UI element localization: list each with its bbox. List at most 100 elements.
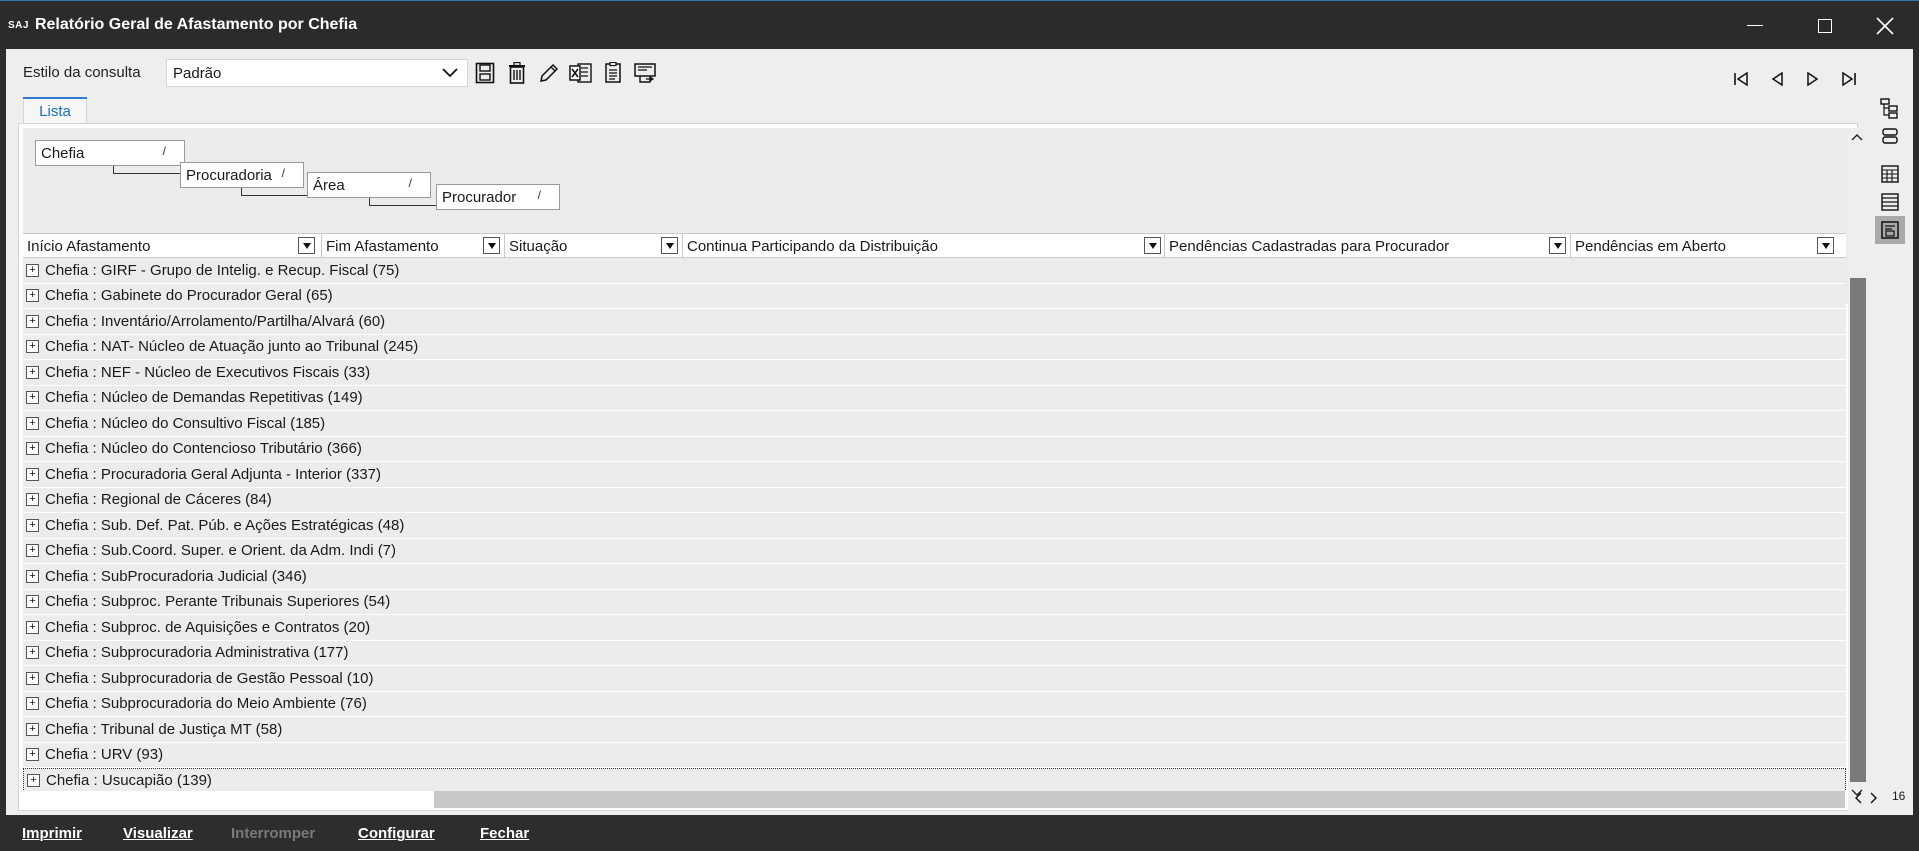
preview-button[interactable]: Visualizar bbox=[123, 825, 193, 842]
expand-plus-icon[interactable]: + bbox=[26, 748, 39, 762]
group-row[interactable]: + Chefia : GIRF - Grupo de Intelig. e Rec… bbox=[23, 258, 1846, 284]
expand-plus-icon[interactable]: + bbox=[26, 289, 39, 303]
list-view-button[interactable] bbox=[1875, 188, 1905, 216]
group-row[interactable]: + Chefia : Tribunal de Justiça MT (58) bbox=[23, 717, 1846, 743]
column-header-pendencias-aberto[interactable]: Pendências em Aberto bbox=[1571, 234, 1846, 258]
column-header-situacao[interactable]: Situação bbox=[505, 234, 683, 258]
report-view-button[interactable] bbox=[1875, 216, 1905, 244]
save-button[interactable] bbox=[473, 60, 497, 86]
tree-view-button[interactable] bbox=[1875, 94, 1905, 122]
expand-plus-icon[interactable]: + bbox=[26, 595, 39, 609]
expand-plus-icon[interactable]: + bbox=[26, 314, 39, 328]
column-filter-button[interactable] bbox=[661, 237, 678, 254]
expand-plus-icon[interactable]: + bbox=[26, 697, 39, 711]
scroll-left-icon[interactable] bbox=[1853, 791, 1863, 805]
column-filter-button[interactable] bbox=[483, 237, 500, 254]
tab-lista[interactable]: Lista bbox=[23, 97, 87, 123]
document-button[interactable] bbox=[601, 60, 625, 86]
column-filter-button[interactable] bbox=[1144, 237, 1161, 254]
group-row[interactable]: + Chefia : Inventário/Arrolamento/Partilh… bbox=[23, 309, 1846, 335]
column-filter-button[interactable] bbox=[298, 237, 315, 254]
style-select[interactable]: Padrão bbox=[166, 59, 468, 87]
group-row[interactable]: + Chefia : Regional de Cáceres (84) bbox=[23, 487, 1846, 513]
column-header-continua[interactable]: Continua Participando da Distribuição bbox=[683, 234, 1165, 258]
group-chip-label: Área bbox=[313, 176, 345, 194]
group-row[interactable]: + Chefia : Sub. Def. Pat. Púb. e Ações Es… bbox=[23, 513, 1846, 539]
group-row[interactable]: + Chefia : Sub.Coord. Super. e Orient. da… bbox=[23, 538, 1846, 564]
expand-plus-icon[interactable]: + bbox=[26, 544, 39, 558]
vertical-scrollbar[interactable] bbox=[1848, 128, 1868, 812]
scroll-up-icon[interactable] bbox=[1851, 132, 1863, 142]
expand-plus-icon[interactable]: + bbox=[26, 569, 39, 583]
column-filter-button[interactable] bbox=[1817, 237, 1834, 254]
group-chip-procurador[interactable]: Procurador / bbox=[436, 184, 560, 210]
expand-plus-icon[interactable]: + bbox=[26, 416, 39, 430]
expand-plus-icon[interactable]: + bbox=[26, 391, 39, 405]
scroll-right-icon[interactable] bbox=[1869, 791, 1879, 805]
expand-plus-icon[interactable]: + bbox=[26, 722, 39, 736]
close-button[interactable]: Fechar bbox=[480, 825, 529, 842]
style-select-value: Padrão bbox=[173, 64, 222, 82]
first-page-button[interactable] bbox=[1730, 69, 1752, 89]
group-row[interactable]: + Chefia : Subproc. Perante Tribunais Sup… bbox=[23, 589, 1846, 615]
app-logo: SAJ bbox=[8, 19, 29, 31]
close-window-button[interactable] bbox=[1850, 1, 1919, 50]
column-header-fim[interactable]: Fim Afastamento bbox=[322, 234, 505, 258]
group-row[interactable]: + Chefia : SubProcuradoria Judicial (346) bbox=[23, 564, 1846, 590]
delete-button[interactable] bbox=[505, 60, 529, 86]
next-page-icon bbox=[1807, 71, 1819, 87]
group-row[interactable]: + Chefia : Núcleo do Contencioso Tributár… bbox=[23, 436, 1846, 462]
scrollbar-thumb[interactable] bbox=[1850, 278, 1866, 782]
table-view-button[interactable] bbox=[1875, 160, 1905, 188]
excel-export-button[interactable] bbox=[569, 60, 593, 86]
group-row-label: Chefia : Usucapião (139) bbox=[46, 772, 212, 790]
expand-plus-icon[interactable]: + bbox=[27, 774, 40, 788]
group-row[interactable]: + Chefia : Núcleo do Consultivo Fiscal (1… bbox=[23, 411, 1846, 437]
print-button[interactable]: Imprimir bbox=[22, 825, 82, 842]
group-row[interactable]: + Chefia : Subprocuradoria do Meio Ambien… bbox=[23, 691, 1846, 717]
print-export-button[interactable] bbox=[633, 60, 657, 86]
column-filter-button[interactable] bbox=[1549, 237, 1566, 254]
group-row-label: Chefia : Sub.Coord. Super. e Orient. da … bbox=[45, 542, 397, 560]
group-chip-chefia[interactable]: Chefia / bbox=[35, 140, 185, 166]
interrupt-button[interactable]: Interromper bbox=[231, 825, 315, 842]
group-row[interactable]: + Chefia : NAT- Núcleo de Atuação junto a… bbox=[23, 334, 1846, 360]
group-row[interactable]: + Chefia : Gabinete do Procurador Geral (… bbox=[23, 283, 1846, 309]
next-page-button[interactable] bbox=[1802, 69, 1824, 89]
configure-button[interactable]: Configurar bbox=[358, 825, 435, 842]
group-row-selected[interactable]: + Chefia : Usucapião (139) bbox=[23, 768, 1846, 791]
expand-plus-icon[interactable]: + bbox=[26, 646, 39, 660]
print-export-icon bbox=[634, 63, 656, 83]
group-row[interactable]: + Chefia : Subprocuradoria Administrativa… bbox=[23, 640, 1846, 666]
expand-plus-icon[interactable]: + bbox=[26, 365, 39, 379]
chevron-down-icon bbox=[442, 68, 458, 78]
group-row[interactable]: + Chefia : Procuradoria Geral Adjunta - I… bbox=[23, 462, 1846, 488]
column-header-pendencias-cadastradas[interactable]: Pendências Cadastradas para Procurador bbox=[1165, 234, 1571, 258]
group-connector bbox=[113, 173, 180, 174]
group-chip-procuradoria[interactable]: Procuradoria / bbox=[180, 162, 304, 188]
previous-page-icon bbox=[1771, 71, 1783, 87]
horizontal-scrollbar[interactable] bbox=[434, 791, 1845, 808]
expand-plus-icon[interactable]: + bbox=[26, 442, 39, 456]
group-row[interactable]: + Chefia : URV (93) bbox=[23, 742, 1846, 768]
last-page-button[interactable] bbox=[1838, 69, 1860, 89]
group-row[interactable]: + Chefia : NEF - Núcleo de Executivos Fis… bbox=[23, 360, 1846, 386]
group-row[interactable]: + Chefia : Subprocuradoria de Gestão Pess… bbox=[23, 666, 1846, 692]
column-header-label: Pendências Cadastradas para Procurador bbox=[1169, 237, 1450, 255]
group-view-button[interactable] bbox=[1875, 122, 1905, 150]
group-chip-area[interactable]: Área / bbox=[307, 172, 431, 198]
expand-plus-icon[interactable]: + bbox=[26, 671, 39, 685]
group-rows: + Chefia : GIRF - Grupo de Intelig. e Rec… bbox=[23, 258, 1846, 791]
expand-plus-icon[interactable]: + bbox=[26, 620, 39, 634]
edit-button[interactable] bbox=[537, 60, 561, 86]
previous-page-button[interactable] bbox=[1766, 69, 1788, 89]
expand-plus-icon[interactable]: + bbox=[26, 518, 39, 532]
column-header-inicio[interactable]: Início Afastamento bbox=[23, 234, 322, 258]
expand-plus-icon[interactable]: + bbox=[26, 467, 39, 481]
expand-plus-icon[interactable]: + bbox=[26, 263, 39, 277]
expand-plus-icon[interactable]: + bbox=[26, 340, 39, 354]
expand-plus-icon[interactable]: + bbox=[26, 493, 39, 507]
group-row[interactable]: + Chefia : Núcleo de Demandas Repetitivas… bbox=[23, 385, 1846, 411]
minimize-button[interactable] bbox=[1720, 1, 1790, 50]
group-row[interactable]: + Chefia : Subproc. de Aquisições e Contr… bbox=[23, 615, 1846, 641]
